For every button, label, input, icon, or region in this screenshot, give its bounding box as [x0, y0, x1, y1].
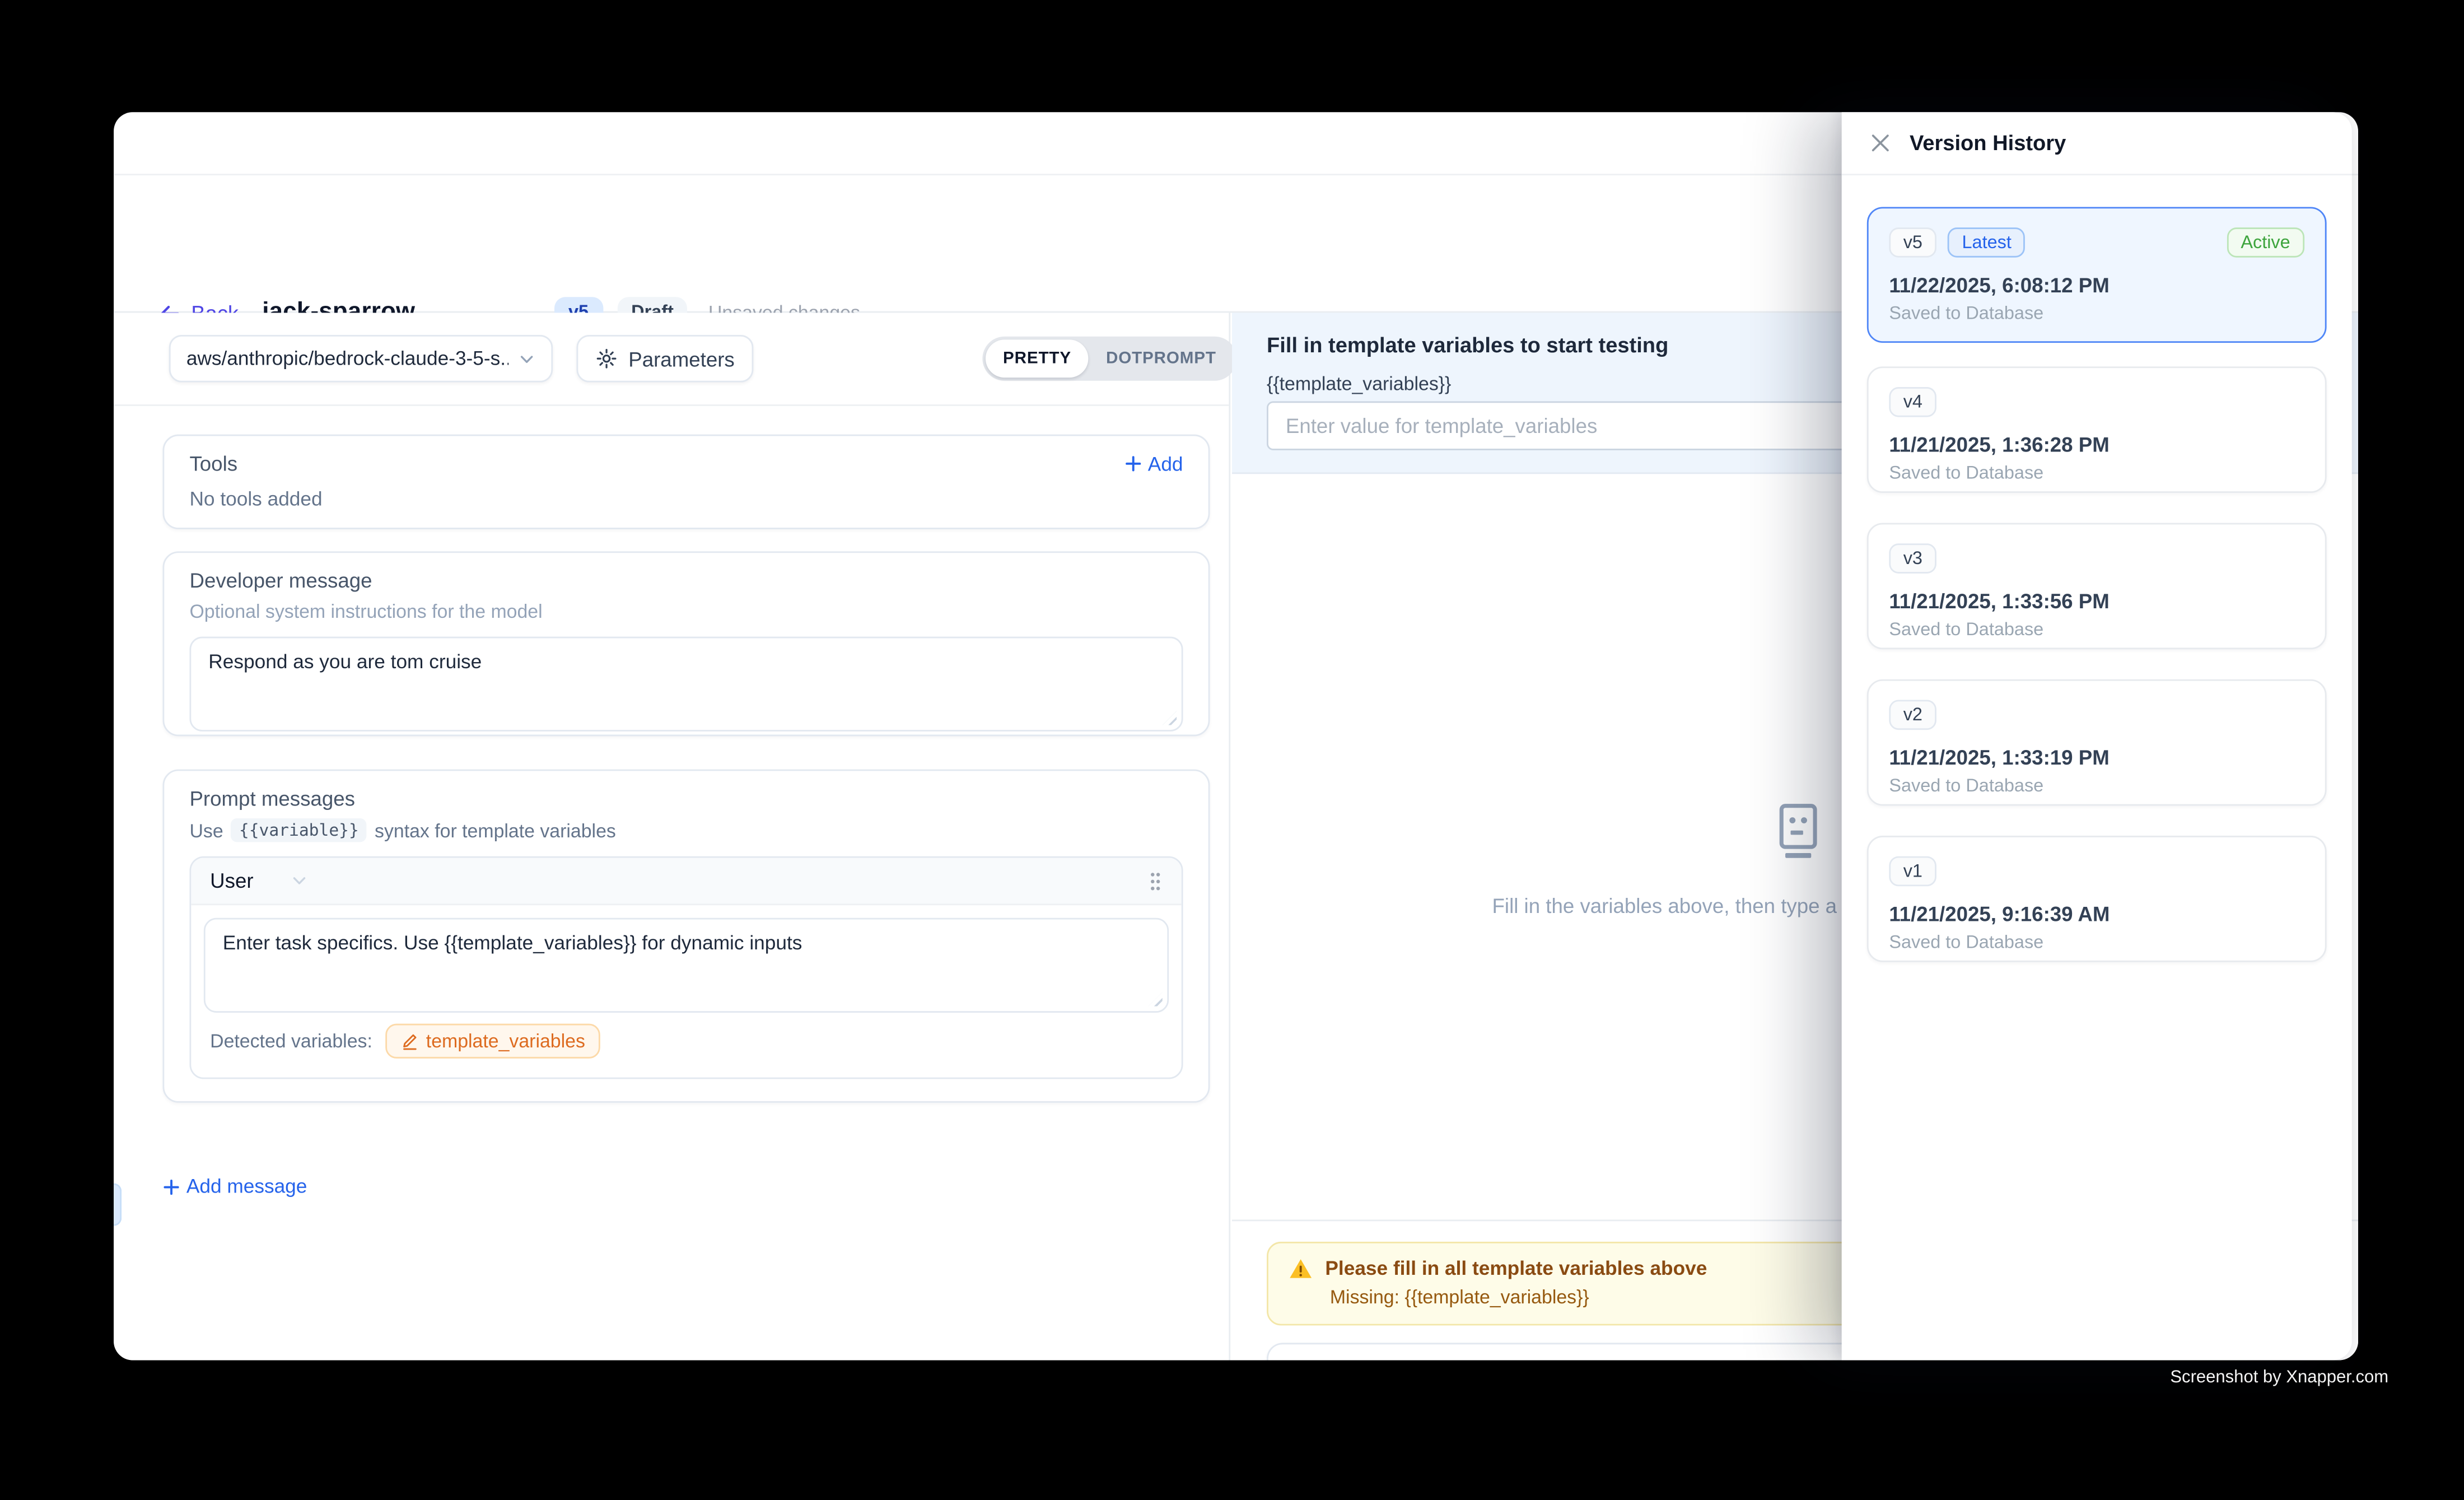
- template-syntax-hint: Use {{variable}} syntax for template var…: [189, 818, 1183, 842]
- latest-badge: Latest: [1948, 227, 2026, 258]
- model-selector[interactable]: aws/anthropic/bedrock-claude-3-5-s...: [169, 335, 553, 383]
- warning-title: Please fill in all template variables ab…: [1325, 1257, 1707, 1279]
- version-date: 11/21/2025, 1:36:28 PM: [1889, 433, 2304, 456]
- role-value: User: [210, 869, 253, 892]
- toolbar-divider: [114, 404, 1229, 406]
- screenshot-stage: Back jack-sparrow v5 Draft Unsaved chang…: [0, 0, 2464, 1500]
- version-card-v1[interactable]: v1 11/21/2025, 9:16:39 AM Saved to Datab…: [1867, 836, 2327, 962]
- prompt-editor-column: aws/anthropic/bedrock-claude-3-5-s... Pa…: [114, 313, 1230, 1360]
- version-id-badge: v5: [1889, 227, 1936, 258]
- tools-section: Tools Add No tools added: [163, 435, 1210, 529]
- version-date: 11/21/2025, 1:33:56 PM: [1889, 589, 2304, 613]
- developer-message-textarea[interactable]: Respond as you are tom cruise: [191, 638, 1181, 730]
- message-textarea[interactable]: Enter task specifics. Use {{template_var…: [206, 920, 1168, 1012]
- prompt-messages-section: Prompt messages Use {{variable}} syntax …: [163, 770, 1210, 1103]
- chevron-down-icon: [291, 872, 309, 889]
- active-badge: Active: [2227, 227, 2304, 258]
- variable-chip[interactable]: template_variables: [385, 1024, 601, 1059]
- template-panel-title: Fill in template variables to start test…: [1267, 333, 1668, 357]
- message-card: User: [189, 856, 1183, 1079]
- toggle-option-pretty[interactable]: PRETTY: [986, 339, 1089, 378]
- watermark-text: Screenshot by Xnapper.com: [2170, 1368, 2388, 1387]
- version-history-drawer: Version History v5 Latest Active 11/22/2…: [1842, 112, 2352, 1360]
- parameters-label: Parameters: [628, 347, 735, 370]
- close-icon[interactable]: [1870, 133, 1891, 153]
- version-card-v2[interactable]: v2 11/21/2025, 1:33:19 PM Saved to Datab…: [1867, 679, 2327, 806]
- version-status: Saved to Database: [1889, 777, 2304, 796]
- template-variable-name: {{template_variables}}: [1267, 373, 1451, 395]
- model-selector-value: aws/anthropic/bedrock-claude-3-5-s...: [186, 348, 508, 370]
- version-id-badge: v4: [1889, 387, 1936, 417]
- add-message-button[interactable]: Add message: [163, 1175, 307, 1197]
- developer-message-section: Developer message Optional system instru…: [163, 551, 1210, 736]
- tools-empty-text: No tools added: [189, 488, 1183, 510]
- version-id-badge: v1: [1889, 856, 1936, 887]
- version-card-v5[interactable]: v5 Latest Active 11/22/2025, 6:08:12 PM …: [1867, 207, 2327, 343]
- warning-icon: [1289, 1257, 1313, 1279]
- hint-code: {{variable}}: [231, 818, 367, 842]
- version-date: 11/22/2025, 6:08:12 PM: [1889, 273, 2304, 297]
- version-status: Saved to Database: [1889, 464, 2304, 483]
- version-date: 11/21/2025, 1:33:19 PM: [1889, 746, 2304, 769]
- hint-prefix: Use: [189, 819, 223, 841]
- version-id-badge: v2: [1889, 700, 1936, 730]
- version-history-header: Version History: [1842, 112, 2352, 175]
- detected-variables-label: Detected variables:: [210, 1030, 372, 1052]
- version-card-v4[interactable]: v4 11/21/2025, 1:36:28 PM Saved to Datab…: [1867, 366, 2327, 493]
- developer-message-title: Developer message: [189, 569, 1183, 592]
- prompt-messages-title: Prompt messages: [189, 787, 1183, 810]
- version-date: 11/21/2025, 9:16:39 AM: [1889, 902, 2304, 926]
- format-toggle: PRETTY DOTPROMPT: [982, 337, 1236, 381]
- add-tool-button[interactable]: Add: [1124, 453, 1183, 474]
- detected-variables-row: Detected variables: template_variables: [204, 1013, 1169, 1068]
- variable-chip-label: template_variables: [426, 1030, 585, 1052]
- edge-peek-chip[interactable]: [114, 1184, 122, 1226]
- plus-icon: [1124, 455, 1141, 472]
- developer-message-subtitle: Optional system instructions for the mod…: [189, 600, 1183, 622]
- add-message-label: Add message: [186, 1175, 307, 1197]
- pencil-icon: [401, 1032, 418, 1051]
- chevron-down-icon: [518, 350, 535, 367]
- gear-icon: [595, 348, 617, 370]
- drag-handle-icon[interactable]: [1149, 870, 1163, 892]
- bot-face-icon: [1776, 803, 1819, 860]
- message-header: User: [191, 858, 1181, 906]
- parameters-button[interactable]: Parameters: [576, 335, 753, 383]
- version-card-v3[interactable]: v3 11/21/2025, 1:33:56 PM Saved to Datab…: [1867, 523, 2327, 650]
- version-status: Saved to Database: [1889, 621, 2304, 640]
- add-tool-label: Add: [1148, 453, 1183, 474]
- version-status: Saved to Database: [1889, 305, 2304, 324]
- plus-icon: [163, 1178, 180, 1195]
- role-selector[interactable]: User: [210, 869, 309, 892]
- version-status: Saved to Database: [1889, 934, 2304, 953]
- toggle-option-dotprompt[interactable]: DOTPROMPT: [1089, 339, 1234, 378]
- hint-suffix: syntax for template variables: [375, 819, 616, 841]
- version-history-title: Version History: [1910, 131, 2066, 155]
- version-id-badge: v3: [1889, 543, 1936, 574]
- tools-title: Tools: [189, 452, 237, 476]
